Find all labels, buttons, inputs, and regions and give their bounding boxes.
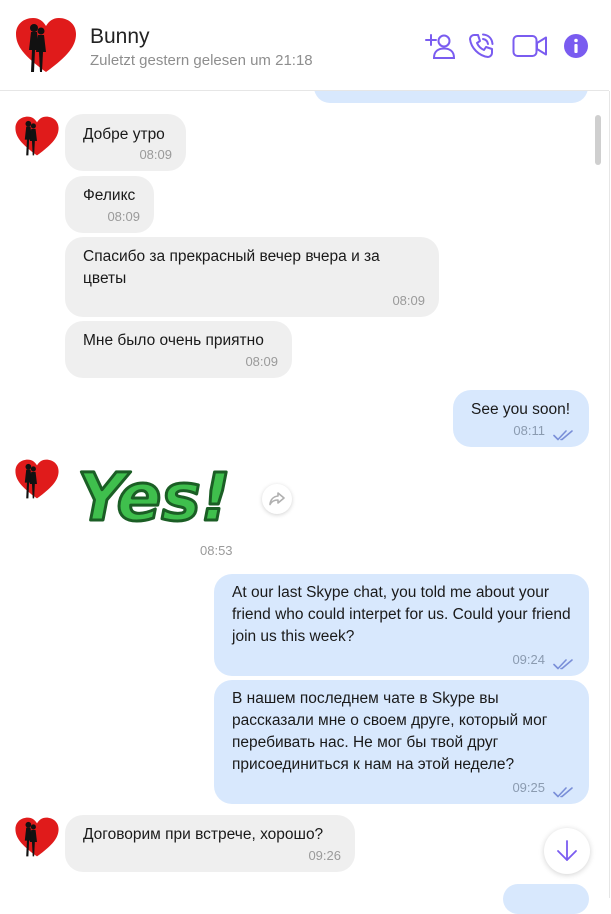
message-bubble-incoming[interactable]: Феликс 08:09: [65, 176, 154, 233]
message-text: At our last Skype chat, you told me abou…: [232, 584, 571, 645]
message-time: 09:25: [512, 780, 545, 795]
read-checkmarks-icon: [553, 430, 573, 441]
message-time: 08:11: [513, 423, 545, 438]
info-icon[interactable]: [560, 30, 592, 62]
message-bubble-outgoing[interactable]: See you soon! 08:11: [453, 390, 589, 447]
message-bubble-incoming[interactable]: Договорим при встрече, хорошо? 09:26: [65, 815, 355, 872]
message-text: See you soon!: [471, 401, 571, 418]
message-time: 09:26: [308, 848, 341, 863]
message-text: Договорим при встрече, хорошо?: [83, 826, 324, 843]
sticker-text: Yes!: [77, 459, 230, 536]
contact-name[interactable]: Bunny: [90, 25, 150, 49]
last-seen-status: Zuletzt gestern gelesen um 21:18: [90, 52, 313, 69]
message-bubble-outgoing[interactable]: At our last Skype chat, you told me abou…: [214, 574, 589, 676]
contact-avatar[interactable]: [14, 16, 78, 74]
scrollbar-thumb[interactable]: [595, 115, 601, 165]
message-text: Добре утро: [83, 126, 165, 143]
arrow-down-icon: [557, 840, 577, 861]
contact-avatar-small: [15, 817, 59, 857]
forward-icon: [269, 492, 285, 506]
message-bubble-outgoing[interactable]: В нашем последнем чате в Skype вы расска…: [214, 680, 589, 804]
message-text: Спасибо за прекрасный вечер вчера и за ц…: [83, 248, 380, 287]
chat-header: Bunny Zuletzt gestern gelesen um 21:18: [0, 0, 609, 91]
add-contact-icon[interactable]: [424, 30, 456, 62]
video-camera-icon[interactable]: [511, 30, 549, 62]
contact-avatar-small: [15, 116, 59, 156]
message-bubble-incoming[interactable]: Спасибо за прекрасный вечер вчера и за ц…: [65, 237, 439, 317]
phone-icon[interactable]: [465, 30, 497, 62]
message-text: Мне было очень приятно: [83, 332, 264, 349]
message-time: 08:09: [245, 354, 278, 369]
yes-sticker[interactable]: Yes! Yes!: [68, 458, 240, 540]
read-checkmarks-icon: [553, 787, 573, 798]
message-text: В нашем последнем чате в Skype вы расска…: [232, 690, 548, 773]
message-bubble-incoming[interactable]: Добре утро 08:09: [65, 114, 186, 171]
read-checkmarks-icon: [553, 659, 573, 670]
contact-avatar-small: [15, 459, 59, 499]
scroll-to-bottom-button[interactable]: [544, 828, 590, 874]
message-time: 08:09: [107, 209, 140, 224]
forward-button[interactable]: [262, 484, 292, 514]
message-time: 09:24: [512, 652, 545, 667]
message-bubble-incoming[interactable]: Мне было очень приятно 08:09: [65, 321, 292, 378]
message-text: Феликс: [83, 187, 136, 204]
message-time: 08:53: [200, 543, 233, 558]
message-time: 08:09: [392, 293, 425, 308]
message-time: 08:09: [139, 147, 172, 162]
message-bubble-outgoing-partial[interactable]: [314, 91, 588, 103]
message-bubble-outgoing-partial[interactable]: [503, 884, 589, 914]
